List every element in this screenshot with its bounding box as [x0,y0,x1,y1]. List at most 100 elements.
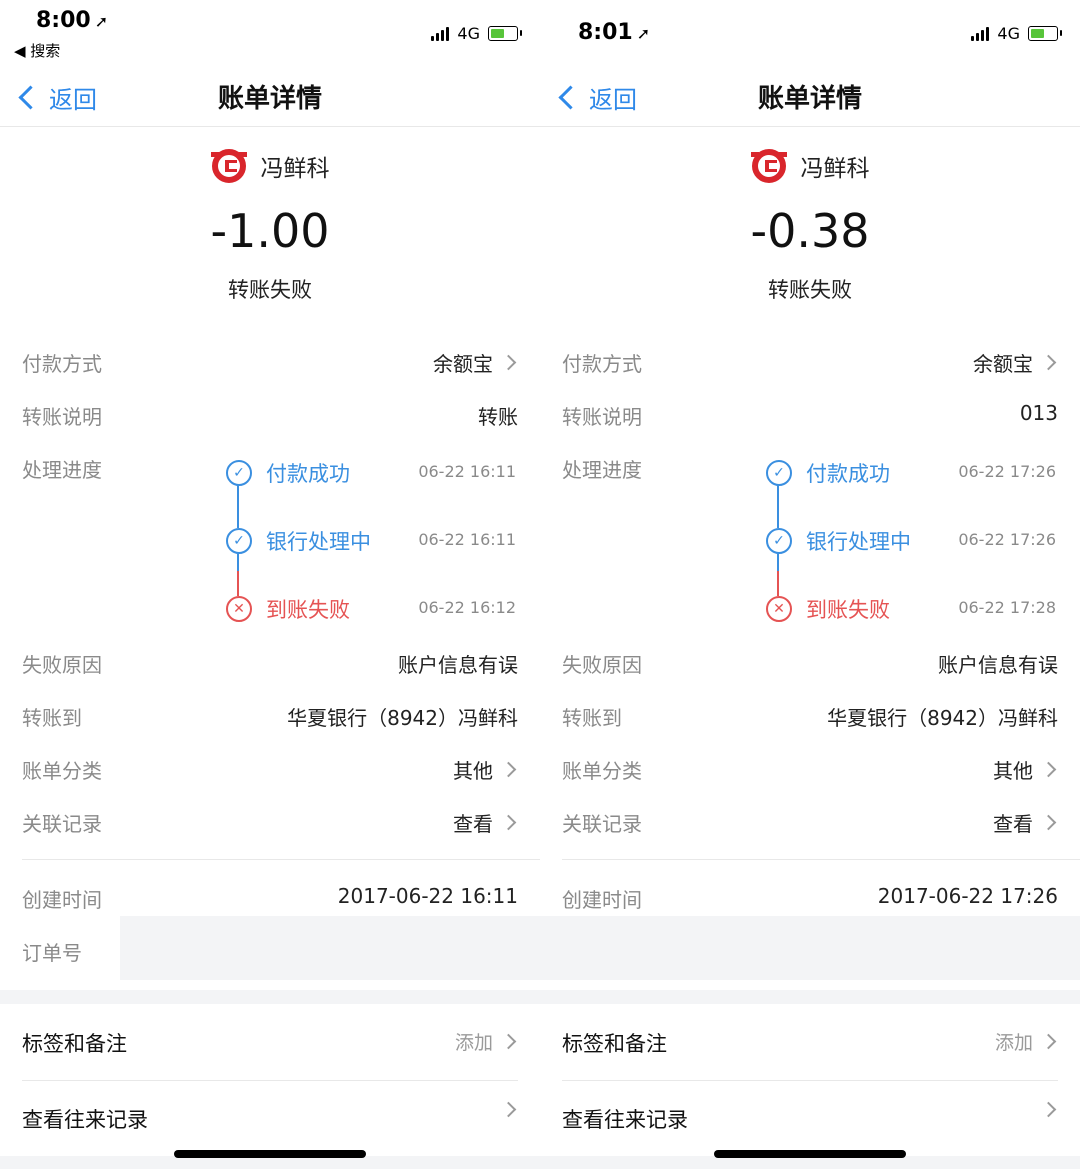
row-value: 查看 [993,808,1058,837]
row-label: 订单号 [22,941,82,965]
progress-step: ✕ 到账失败 06-22 16:12 [226,596,516,626]
row-label: 查看往来记录 [22,1108,148,1132]
step-time: 06-22 17:26 [958,462,1056,481]
x-circle-icon: ✕ [226,596,252,622]
divider [562,859,1080,860]
row-fail-reason: 失败原因 账户信息有误 [22,649,518,689]
row-value: 添加 [455,1028,518,1055]
row-tags-notes[interactable]: 标签和备注 添加 [22,1028,518,1072]
payee-name: 冯鲜科 [260,156,330,182]
bill-header: 冯鲜科 -0.38 转账失败 [540,126,1080,326]
row-label: 创建时间 [22,888,102,912]
check-circle-icon: ✓ [226,528,252,554]
row-payment-method[interactable]: 付款方式 余额宝 [562,348,1058,388]
row-label: 关联记录 [562,812,642,836]
amount: -1.00 [210,204,330,258]
chevron-right-icon [1040,761,1057,778]
row-label: 转账说明 [22,405,102,429]
row-value: 账户信息有误 [938,653,1058,677]
section-separator [540,990,1080,1004]
step-label: 银行处理中 [806,530,911,554]
battery-icon [488,26,522,41]
progress-step: ✓ 付款成功 06-22 16:11 [226,460,516,490]
location-arrow-icon: ➚ [636,24,651,43]
amount: -0.38 [750,204,870,258]
transfer-status: 转账失败 [228,278,312,302]
row-value: 2017-06-22 17:26 [877,884,1058,908]
chevron-right-icon [500,761,517,778]
row-transfer-to: 转账到 华夏银行（8942）冯鲜科 [22,702,518,742]
row-value: 华夏银行（8942）冯鲜科 [827,706,1058,730]
bill-detail-screen-right: 8:01 ➚ 4G 返回 账单详情 冯鲜科 -0.38 转账失败 付款方式 余额宝 [540,0,1080,1169]
row-related-records[interactable]: 关联记录 查看 [562,808,1058,848]
payee: 冯鲜科 [540,148,1080,184]
row-value: 查看 [453,808,518,837]
row-transaction-history[interactable]: 查看往来记录 [22,1101,518,1148]
row-payment-method[interactable]: 付款方式 余额宝 [22,348,518,388]
status-bar: 8:00 ➚ ◀ 搜索 4G [0,0,540,70]
check-circle-icon: ✓ [226,460,252,486]
row-value: 华夏银行（8942）冯鲜科 [287,706,518,730]
row-category[interactable]: 账单分类 其他 [562,755,1058,795]
payee-name: 冯鲜科 [800,156,870,182]
progress-connector [237,571,239,596]
row-transfer-to: 转账到 华夏银行（8942）冯鲜科 [562,702,1058,742]
home-indicator[interactable] [174,1150,366,1158]
row-label: 付款方式 [22,352,102,376]
row-transaction-history[interactable]: 查看往来记录 [562,1101,1058,1148]
chevron-right-icon [1040,814,1057,831]
step-label: 付款成功 [806,462,890,486]
progress-step: ✓ 银行处理中 06-22 17:26 [766,528,1056,558]
row-label: 失败原因 [22,653,102,677]
battery-icon [1028,26,1062,41]
status-indicators: 4G [971,24,1062,43]
row-label: 关联记录 [22,812,102,836]
row-value: 其他 [993,755,1058,784]
bill-header: 冯鲜科 -1.00 转账失败 [0,126,540,326]
row-tags-notes[interactable]: 标签和备注 添加 [562,1028,1058,1072]
nav-bar: 返回 账单详情 [0,70,540,127]
row-transfer-note: 转账说明 转账 [22,401,518,441]
x-circle-icon: ✕ [766,596,792,622]
home-indicator[interactable] [714,1150,906,1158]
back-to-search-link[interactable]: ◀ 搜索 [14,40,60,61]
row-category[interactable]: 账单分类 其他 [22,755,518,795]
progress-step: ✕ 到账失败 06-22 17:28 [766,596,1056,626]
row-related-records[interactable]: 关联记录 查看 [22,808,518,848]
step-label: 付款成功 [266,462,350,486]
row-transfer-note: 转账说明 013 [562,401,1058,441]
row-value [1040,1101,1058,1118]
step-time: 06-22 16:11 [418,530,516,549]
page-title: 账单详情 [217,84,322,114]
chevron-right-icon [500,1033,517,1050]
section-separator [0,990,540,1004]
bill-detail-screen-left: 8:00 ➚ ◀ 搜索 4G 返回 账单详情 冯鲜科 -1.00 转账失败 付款方… [0,0,540,1169]
row-fail-reason: 失败原因 账户信息有误 [562,649,1058,689]
network-type: 4G [997,24,1020,43]
divider [22,859,540,860]
row-value: 余额宝 [433,348,518,377]
divider [22,1080,518,1081]
step-label: 到账失败 [266,598,350,622]
row-value: 转账 [478,405,518,429]
divider [562,1080,1058,1081]
chevron-right-icon [500,354,517,371]
row-label: 转账到 [562,706,622,730]
chevron-right-icon [1040,354,1057,371]
row-label: 失败原因 [562,653,642,677]
row-label: 账单分类 [562,759,642,783]
row-label: 处理进度 [22,458,102,482]
status-bar: 8:01 ➚ 4G [540,0,1080,70]
step-label: 到账失败 [806,598,890,622]
step-time: 06-22 17:26 [958,530,1056,549]
status-time: 8:01 ➚ [578,20,651,45]
row-value: 2017-06-22 16:11 [337,884,518,908]
row-label: 转账到 [22,706,82,730]
chevron-right-icon [500,1101,517,1118]
network-type: 4G [457,24,480,43]
row-value [500,1101,518,1118]
progress-step: ✓ 付款成功 06-22 17:26 [766,460,1056,490]
row-label: 标签和备注 [562,1032,667,1056]
step-time: 06-22 17:28 [958,598,1056,617]
chevron-right-icon [1040,1101,1057,1118]
